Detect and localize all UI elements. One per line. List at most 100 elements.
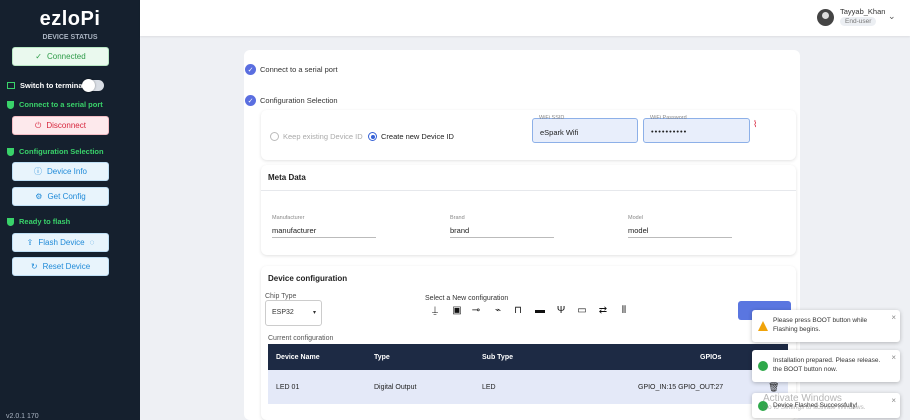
keep-device-id-label: Keep existing Device ID	[283, 132, 363, 141]
username[interactable]: Tayyab_Khan	[840, 7, 885, 16]
wifi-password-field[interactable]: WiFi Password ••••••••••	[643, 115, 750, 143]
sidebar: ezloPi DEVICE STATUS ✓ Connected Switch …	[0, 0, 140, 420]
shield-check-icon	[7, 217, 14, 226]
step-connect-serial-label: Connect to a serial port	[260, 65, 338, 74]
toast-text: Installation prepared. Please release. t…	[773, 357, 881, 373]
wifi-ssid-label: WiFi SSID	[539, 115, 565, 121]
table-row[interactable]: LED 01 Digital Output LED GPIO_IN:15 GPI…	[268, 370, 788, 404]
radio-checked-icon	[368, 132, 377, 141]
column-header: Type	[374, 354, 390, 361]
shield-check-icon	[7, 100, 14, 109]
warning-icon	[758, 321, 768, 331]
close-icon[interactable]: ×	[891, 353, 896, 362]
brand-input[interactable]: brand	[450, 226, 554, 238]
meta-data-title: Meta Data	[268, 173, 306, 182]
terminal-toggle[interactable]	[82, 79, 104, 92]
close-icon[interactable]: ×	[891, 313, 896, 322]
get-config-button-label: Get Config	[47, 192, 86, 201]
activation-watermark-sub: Go to Settings to activate Windows.	[763, 404, 866, 411]
device-configuration-title: Device configuration	[268, 274, 348, 283]
connect-serial-label: Connect to a serial port	[19, 100, 103, 109]
model-input[interactable]: model	[628, 226, 732, 238]
wifi-ssid-field[interactable]: WiFi SSID eSpark Wifi	[532, 115, 638, 143]
chevron-down-icon[interactable]: ⌄	[888, 11, 896, 22]
wifi-password-label: WiFi Password	[650, 115, 687, 121]
type-cell: Digital Output	[374, 384, 417, 391]
chip-type-value: ESP32	[272, 309, 294, 316]
settings-icon: ⚙	[35, 192, 43, 201]
shield-check-icon	[7, 147, 14, 156]
column-header: Device Name	[276, 354, 320, 361]
connect-serial-step: Connect to a serial port	[7, 100, 103, 109]
brand-label: Brand	[450, 215, 465, 221]
column-header: Sub Type	[482, 354, 513, 361]
divider	[261, 190, 796, 191]
get-config-button[interactable]: ⚙ Get Config	[12, 187, 109, 206]
step-config-selection: ✓ Configuration Selection	[245, 95, 338, 106]
config-selection-label: Configuration Selection	[19, 147, 104, 156]
current-config-label: Current configuration	[268, 335, 334, 342]
device-info-button-label: Device Info	[46, 167, 88, 176]
relay-icon[interactable]: ▣	[452, 305, 462, 317]
connected-button-label: Connected	[47, 52, 86, 61]
switch-terminal-row: Switch to terminal	[7, 81, 85, 90]
radio-unchecked-icon	[270, 132, 279, 141]
chip-type-label: Chip Type	[265, 293, 297, 300]
gpios-cell: GPIO_IN:15 GPIO_OUT:27	[638, 384, 724, 391]
manufacturer-input[interactable]: manufacturer	[272, 226, 376, 238]
ready-flash-step: Ready to flash	[7, 217, 70, 226]
led-icon[interactable]: ⍊	[430, 305, 440, 317]
toast-warning: Please press BOOT button while Flashing …	[752, 310, 900, 342]
ready-flash-label: Ready to flash	[19, 217, 71, 226]
toast-success: Installation prepared. Please release. t…	[752, 350, 900, 382]
power-icon: ⏻	[35, 120, 42, 130]
transfer-icon[interactable]: ⇄	[598, 305, 608, 317]
keep-device-id-option[interactable]: Keep existing Device ID	[270, 132, 363, 141]
check-circle-icon: ✓	[35, 52, 42, 61]
check-icon: ✓	[245, 64, 256, 75]
device-name-cell: LED 01	[276, 384, 300, 391]
antenna-icon[interactable]: Ψ	[556, 305, 566, 317]
check-icon: ✓	[245, 95, 256, 106]
device-info-button[interactable]: ⓘ Device Info	[12, 162, 109, 181]
dropdown-arrow-icon: ▾	[312, 310, 316, 316]
disconnect-button[interactable]: ⏻ Disconnect	[12, 116, 109, 135]
flash-device-button[interactable]: ⇪ Flash Device ◌	[12, 233, 109, 252]
close-icon[interactable]: ×	[891, 396, 896, 405]
multi-sensor-icon[interactable]: ⫴	[619, 305, 629, 317]
config-selection-step: Configuration Selection	[7, 147, 104, 156]
disconnect-button-label: Disconnect	[46, 121, 86, 130]
meta-data-card	[261, 165, 796, 255]
switch-icon[interactable]: ⊸	[471, 305, 481, 317]
chip-type-select[interactable]: ESP32 ▾	[265, 300, 322, 326]
user-avatar-icon[interactable]	[817, 9, 834, 26]
model-label: Model	[628, 215, 643, 221]
create-device-id-label: Create new Device ID	[381, 132, 454, 141]
step-config-selection-label: Configuration Selection	[260, 96, 338, 105]
manufacturer-label: Manufacturer	[272, 215, 305, 221]
flash-icon: ⇪	[26, 238, 34, 247]
reset-icon: ↻	[30, 262, 38, 271]
loading-spinner-icon: ◌	[89, 238, 95, 247]
reset-device-button-label: Reset Device	[42, 262, 91, 271]
wifi-password-value: ••••••••••	[651, 127, 688, 136]
delete-icon[interactable]: 🗑	[768, 382, 779, 393]
step-connect-serial: ✓ Connect to a serial port	[245, 64, 338, 75]
user-role-badge: End-user	[840, 17, 877, 26]
create-device-id-option[interactable]: Create new Device ID	[368, 132, 454, 141]
flash-device-button-label: Flash Device	[38, 238, 85, 247]
subtype-cell: LED	[482, 384, 496, 391]
dimmer-icon[interactable]: ⌁	[493, 305, 503, 317]
wifi-ssid-value: eSpark Wifi	[540, 128, 579, 137]
column-header: GPIOs	[700, 354, 722, 361]
version-text: v2.0.1 170	[6, 413, 39, 420]
ir-sensor-icon[interactable]: ▬	[535, 305, 545, 317]
config-table-header: Device Name Type Sub Type GPIOs	[268, 344, 788, 370]
pulse-icon[interactable]: ⊓	[513, 305, 523, 317]
reset-device-button[interactable]: ↻ Reset Device	[12, 257, 109, 276]
wifi-off-icon[interactable]: ⌇	[753, 119, 757, 130]
display-icon[interactable]: ▭	[577, 305, 587, 317]
select-new-config-label: Select a New configuration	[425, 295, 509, 302]
connected-button[interactable]: ✓ Connected	[12, 47, 109, 66]
switch-terminal-label: Switch to terminal	[20, 81, 85, 90]
